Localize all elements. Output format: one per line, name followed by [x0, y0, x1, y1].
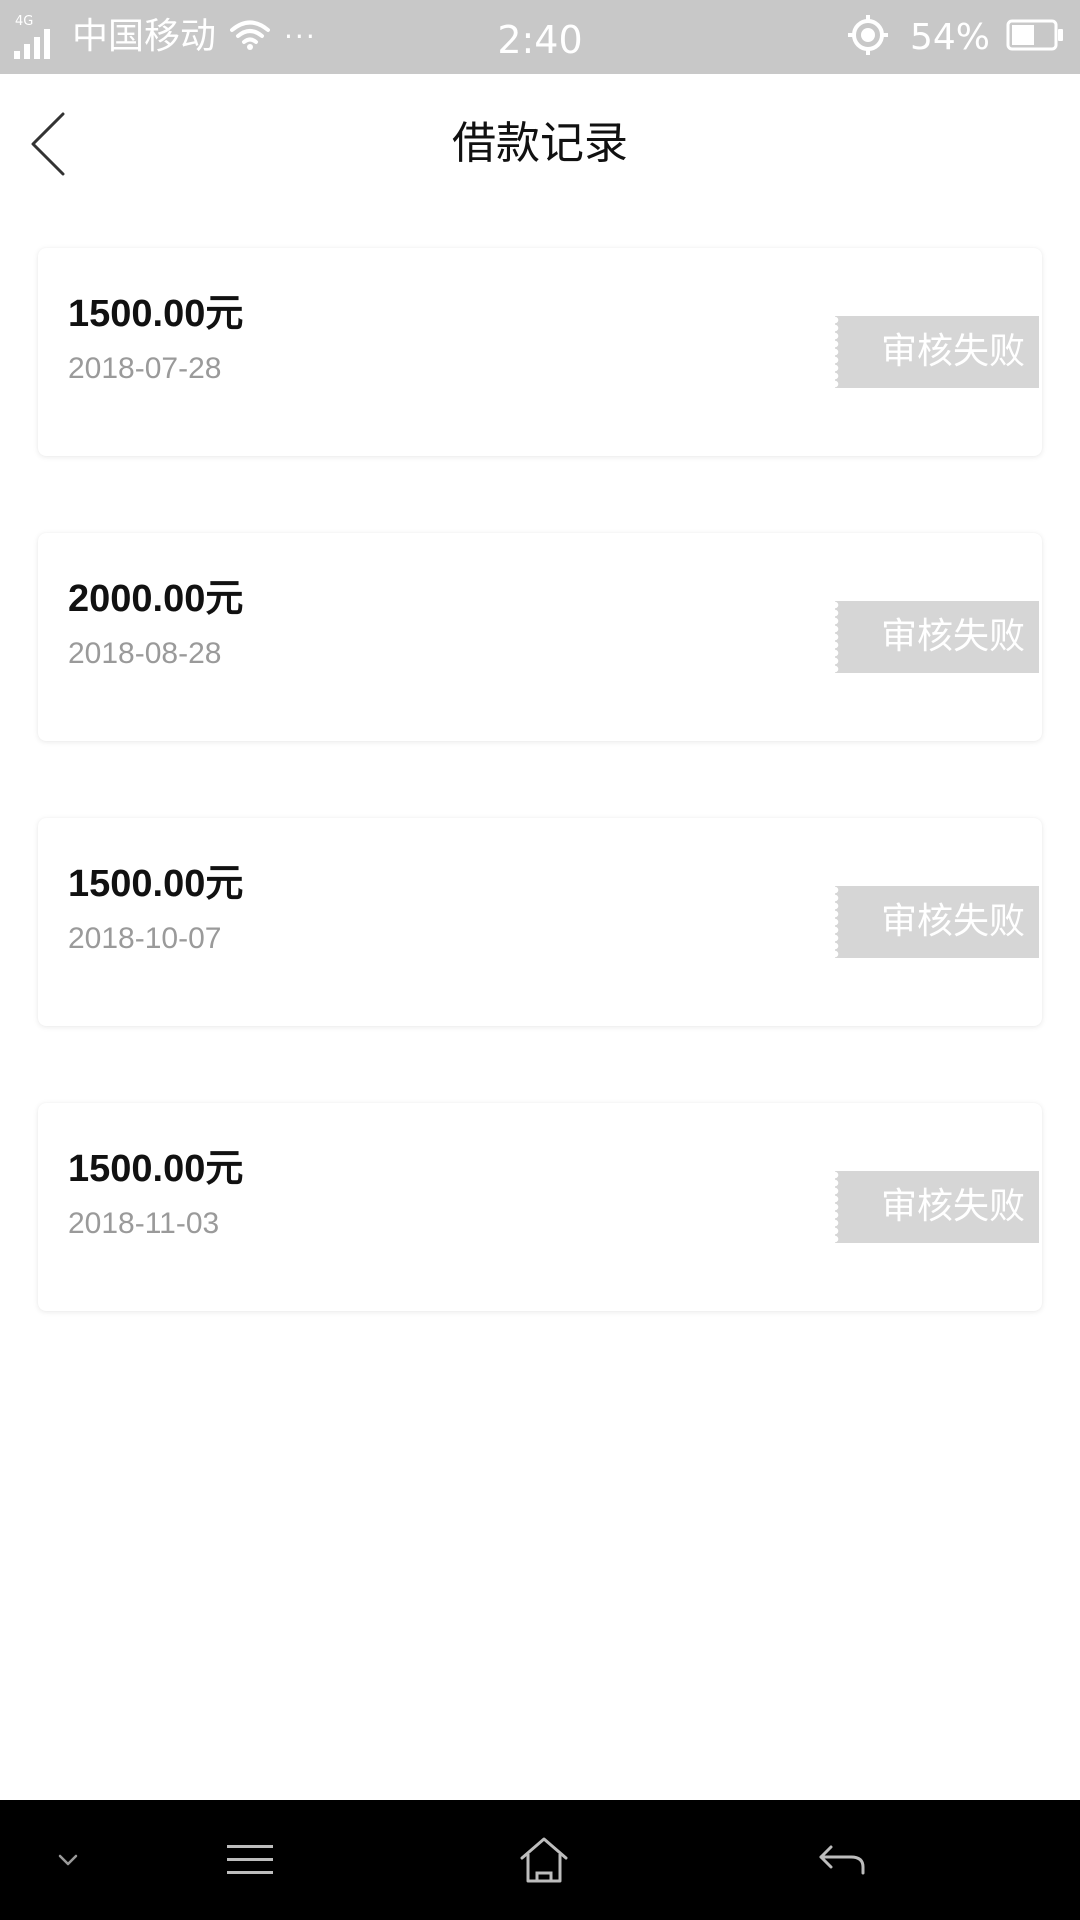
battery-icon — [1006, 19, 1064, 55]
status-badge: 审核失败 — [835, 316, 1039, 388]
record-card[interactable]: 1500.00元 2018-10-07 审核失败 — [38, 818, 1042, 1026]
status-badge: 审核失败 — [835, 1171, 1039, 1243]
record-card[interactable]: 2000.00元 2018-08-28 审核失败 — [38, 533, 1042, 741]
record-amount: 2000.00元 — [68, 578, 244, 620]
return-icon — [819, 1845, 865, 1875]
record-card[interactable]: 1500.00元 2018-11-03 审核失败 — [38, 1103, 1042, 1311]
record-date: 2018-08-28 — [68, 637, 222, 670]
nav-header: 借款记录 — [0, 74, 1080, 214]
battery-percent: 54% — [909, 16, 990, 58]
return-button[interactable] — [800, 1800, 884, 1920]
chevron-down-icon — [58, 1854, 78, 1866]
status-right: 54% — [847, 0, 1064, 74]
record-card[interactable]: 1500.00元 2018-07-28 审核失败 — [38, 248, 1042, 456]
record-list: 1500.00元 2018-07-28 审核失败 2000.00元 2018-0… — [38, 248, 1042, 1388]
status-badge: 审核失败 — [835, 601, 1039, 673]
record-date: 2018-11-03 — [68, 1207, 220, 1240]
collapse-nav-button[interactable] — [36, 1800, 100, 1920]
record-amount: 1500.00元 — [68, 293, 244, 335]
home-button[interactable] — [500, 1800, 588, 1920]
location-icon — [847, 15, 888, 59]
record-amount: 1500.00元 — [68, 863, 244, 905]
status-badge: 审核失败 — [835, 886, 1039, 958]
home-icon — [520, 1837, 568, 1883]
record-date: 2018-10-07 — [68, 922, 222, 955]
menu-icon — [227, 1845, 273, 1874]
system-nav-bar — [0, 1800, 1080, 1920]
page-title: 借款记录 — [452, 118, 628, 169]
record-amount: 1500.00元 — [68, 1148, 244, 1190]
menu-button[interactable] — [210, 1800, 290, 1920]
status-bar: 4G 中国移动 ··· 2:40 54% — [0, 0, 1080, 74]
record-date: 2018-07-28 — [68, 352, 222, 385]
